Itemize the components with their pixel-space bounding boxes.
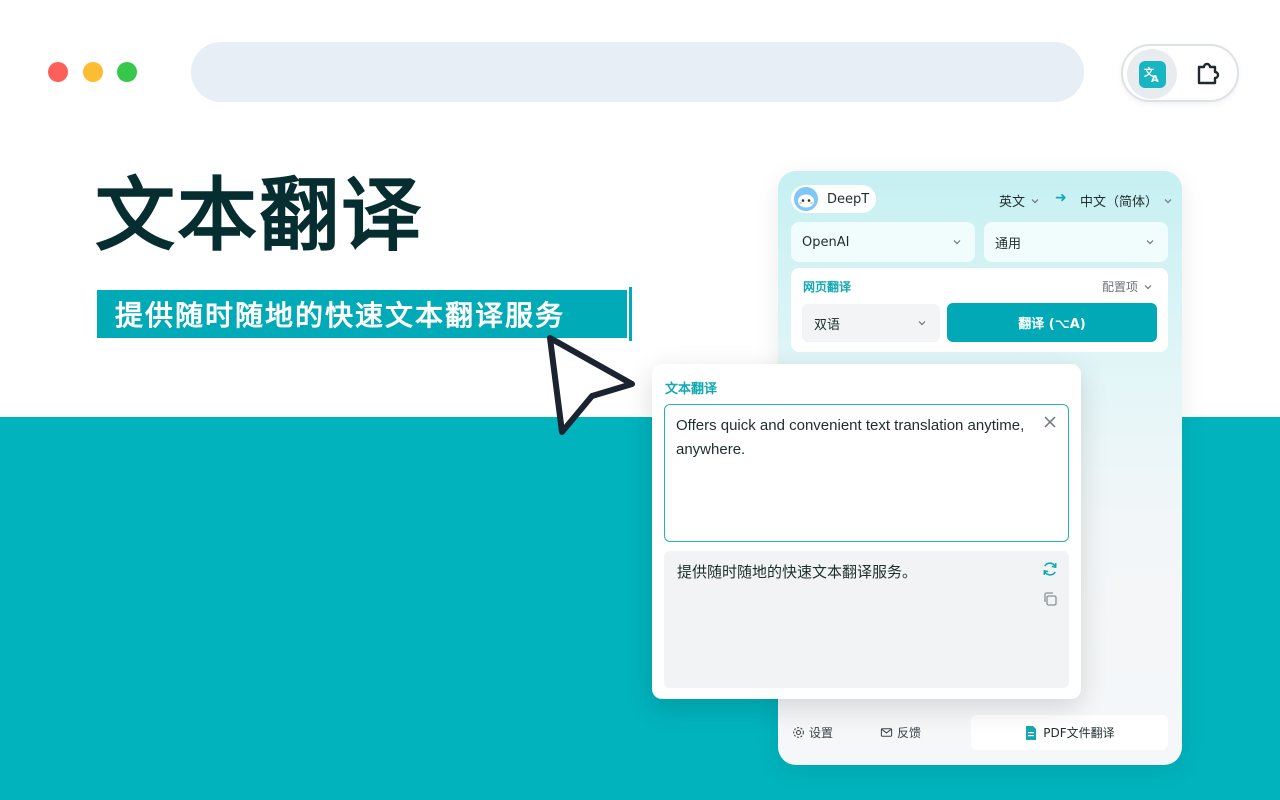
translation-result: 提供随时随地的快速文本翻译服务。 [677, 561, 917, 582]
mail-icon [880, 726, 893, 739]
translate-icon: 文 A [1139, 61, 1166, 88]
domain-select-value: 通用 [995, 233, 1021, 252]
feedback-label: 反馈 [897, 724, 921, 741]
chevron-down-icon [1162, 195, 1174, 207]
chevron-down-icon [1144, 236, 1156, 248]
window-maximize-dot[interactable] [117, 62, 137, 82]
address-bar[interactable] [191, 42, 1084, 102]
target-language-select[interactable]: 中文（简体） [1080, 191, 1174, 210]
source-text-input[interactable]: Offers quick and convenient text transla… [664, 404, 1069, 542]
hero-subtitle: 提供随时随地的快速文本翻译服务 [115, 294, 565, 334]
translate-extension-button[interactable]: 文 A [1127, 49, 1177, 99]
refresh-icon[interactable] [1041, 560, 1059, 578]
settings-label: 设置 [809, 724, 833, 741]
settings-link[interactable]: 设置 [792, 724, 833, 741]
pdf-translate-button[interactable]: PDF文件翻译 [971, 715, 1168, 750]
engine-name: DeepT [827, 192, 869, 207]
source-language-select[interactable]: 英文 [999, 191, 1041, 210]
web-translate-card: 网页翻译 配置项 双语 翻译 (⌥A) [791, 268, 1168, 352]
text-translate-card: 文本翻译 Offers quick and convenient text tr… [652, 364, 1081, 699]
language-arrow-icon: ➜ [1055, 190, 1067, 206]
translation-output: 提供随时随地的快速文本翻译服务。 [664, 551, 1069, 688]
domain-select[interactable]: 通用 [984, 222, 1168, 262]
pdf-file-icon [1024, 725, 1038, 741]
engine-badge[interactable]: DeepT [791, 185, 876, 213]
config-label: 配置项 [1102, 278, 1138, 295]
display-mode-value: 双语 [814, 314, 840, 333]
text-translate-title: 文本翻译 [665, 378, 717, 397]
copy-icon[interactable] [1042, 591, 1058, 607]
window-minimize-dot[interactable] [83, 62, 103, 82]
extension-toolbar: 文 A [1121, 44, 1239, 102]
source-text[interactable]: Offers quick and convenient text transla… [676, 414, 1036, 462]
target-language-label: 中文（简体） [1080, 191, 1158, 210]
svg-text:A: A [1151, 74, 1159, 83]
chevron-down-icon [916, 317, 928, 329]
config-dropdown[interactable]: 配置项 [1102, 278, 1154, 295]
source-language-label: 英文 [999, 191, 1025, 210]
chevron-down-icon [1029, 195, 1041, 207]
pdf-translate-label: PDF文件翻译 [1043, 724, 1114, 741]
service-select-value: OpenAI [802, 235, 849, 250]
window-close-dot[interactable] [48, 62, 68, 82]
close-icon[interactable] [1043, 415, 1057, 429]
robot-avatar-icon [794, 187, 818, 211]
chevron-down-icon [1142, 281, 1154, 293]
cursor-pointer-icon [540, 330, 644, 448]
feedback-link[interactable]: 反馈 [880, 724, 921, 741]
puzzle-icon[interactable] [1193, 58, 1223, 88]
service-select[interactable]: OpenAI [791, 222, 975, 262]
display-mode-select[interactable]: 双语 [802, 304, 940, 342]
translate-page-button[interactable]: 翻译 (⌥A) [947, 303, 1157, 342]
hero-title: 文本翻译 [95, 168, 423, 264]
web-translate-title: 网页翻译 [803, 278, 851, 295]
gear-icon [792, 726, 805, 739]
chevron-down-icon [951, 236, 963, 248]
